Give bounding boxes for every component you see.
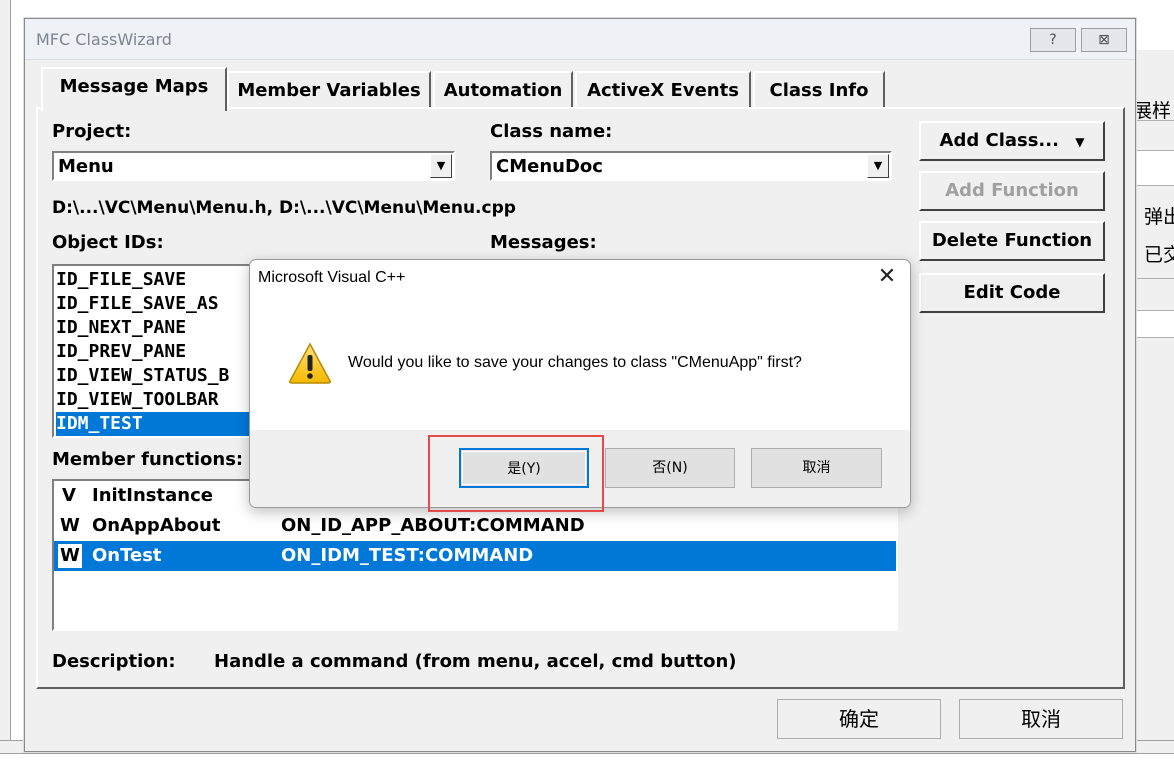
dialog-title: Microsoft Visual C++	[258, 269, 406, 286]
background-divider	[1134, 278, 1174, 279]
cancel-button[interactable]: 取消	[751, 448, 882, 488]
add-function-button[interactable]: Add Function	[919, 171, 1105, 211]
background-panel	[1134, 150, 1174, 186]
title-bar: MFC ClassWizard ? ⊠	[25, 19, 1135, 60]
close-icon: ✕	[877, 264, 897, 289]
table-row-selected[interactable]: W OnTest ON_IDM_TEST:COMMAND	[54, 541, 896, 571]
function-name: OnAppAbout	[92, 515, 221, 536]
function-handler: ON_ID_APP_ABOUT:COMMAND	[281, 515, 585, 536]
ok-button[interactable]: 确定	[777, 699, 941, 739]
tab-class-info[interactable]: Class Info	[753, 71, 885, 109]
window-title: MFC ClassWizard	[36, 30, 172, 49]
function-handler: ON_IDM_TEST:COMMAND	[281, 545, 534, 566]
function-name: OnTest	[92, 545, 162, 566]
delete-function-button[interactable]: Delete Function	[919, 221, 1105, 261]
function-type: W	[60, 515, 80, 536]
project-label: Project:	[52, 121, 132, 142]
function-name: InitInstance	[92, 485, 213, 506]
list-item[interactable]: ID_NEXT_PANE	[56, 316, 186, 340]
class-name-combo[interactable]: CMenuDoc ▼	[490, 151, 892, 181]
help-icon: ?	[1049, 32, 1057, 48]
project-value: Menu	[58, 156, 114, 177]
function-type: W	[58, 544, 82, 568]
class-name-value: CMenuDoc	[496, 156, 603, 177]
tab-message-maps[interactable]: Message Maps	[41, 67, 227, 111]
background-divider	[1134, 120, 1174, 121]
dialog-message: Would you like to save your changes to c…	[348, 354, 802, 371]
add-class-button[interactable]: Add Class... ▼	[919, 121, 1105, 161]
list-item[interactable]: ID_PREV_PANE	[56, 340, 186, 364]
chevron-down-icon: ▼	[1075, 135, 1085, 149]
add-class-label: Add Class...	[939, 130, 1059, 151]
background-panel	[1134, 310, 1174, 338]
warning-icon	[289, 342, 331, 384]
chevron-down-icon[interactable]: ▼	[430, 154, 452, 178]
cancel-button[interactable]: 取消	[959, 699, 1123, 739]
list-item[interactable]: ID_VIEW_STATUS_B	[56, 364, 229, 388]
background-text: 弹出	[1144, 206, 1174, 228]
description-value: Handle a command (from menu, accel, cmd …	[214, 651, 737, 672]
list-item[interactable]: ID_FILE_SAVE_AS	[56, 292, 219, 316]
function-type: V	[62, 485, 76, 506]
edit-code-button[interactable]: Edit Code	[919, 273, 1105, 313]
highlight-box	[428, 435, 604, 512]
background-text: 展样	[1133, 100, 1172, 122]
member-functions-label: Member functions:	[52, 449, 244, 470]
background-left-edge	[0, 0, 11, 740]
description-label: Description:	[52, 651, 176, 672]
list-item[interactable]: ID_VIEW_TOOLBAR	[56, 388, 219, 412]
list-item[interactable]: ID_FILE_SAVE	[56, 268, 186, 292]
tab-activex-events[interactable]: ActiveX Events	[575, 71, 751, 109]
close-button[interactable]: ✕	[872, 262, 902, 292]
class-name-label: Class name:	[490, 121, 613, 142]
tab-member-variables[interactable]: Member Variables	[227, 71, 431, 109]
close-icon: ⊠	[1098, 32, 1110, 48]
object-ids-label: Object IDs:	[52, 232, 164, 253]
chevron-down-icon[interactable]: ▼	[867, 154, 889, 178]
no-button[interactable]: 否(N)	[605, 448, 735, 488]
file-path: D:\...\VC\Menu\Menu.h, D:\...\VC\Menu\Me…	[52, 198, 516, 218]
help-button[interactable]: ?	[1030, 28, 1076, 52]
background-text: 已交	[1144, 244, 1174, 266]
tab-automation[interactable]: Automation	[433, 71, 573, 109]
close-button[interactable]: ⊠	[1081, 28, 1127, 52]
table-row[interactable]: W OnAppAbout ON_ID_APP_ABOUT:COMMAND	[54, 511, 896, 541]
project-combo[interactable]: Menu ▼	[52, 151, 455, 181]
messages-label: Messages:	[490, 232, 597, 253]
